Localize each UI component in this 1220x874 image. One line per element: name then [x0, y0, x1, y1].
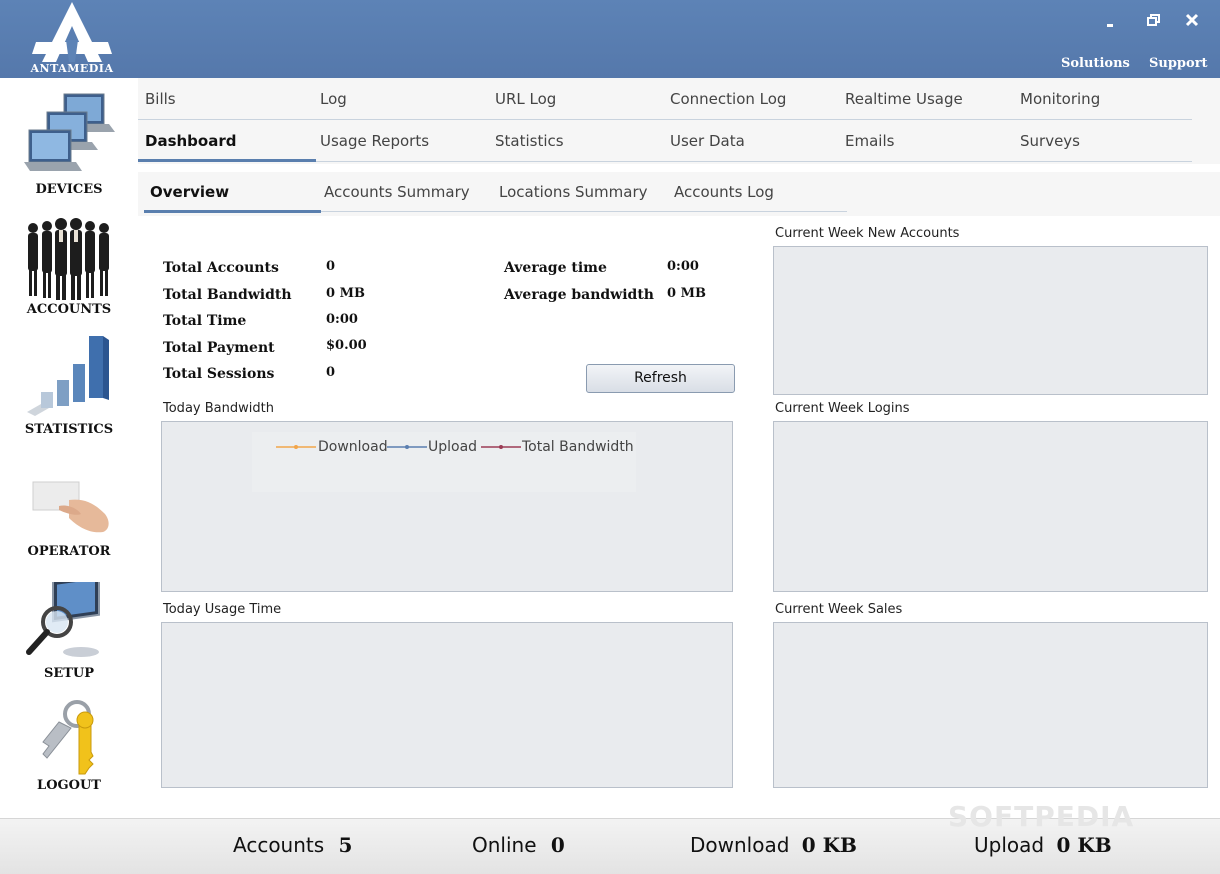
softpedia-watermark: SOFTPEDIA	[948, 800, 1135, 833]
total-bandwidth-label: Total Bandwidth	[163, 287, 292, 303]
tab-monitoring[interactable]: Monitoring	[1013, 78, 1100, 120]
tab-dashboard[interactable]: Dashboard	[138, 120, 236, 162]
subtab-accounts-summary[interactable]: Accounts Summary	[324, 172, 470, 212]
total-accounts-value: 0	[326, 259, 336, 274]
legend-label-upload: Upload	[428, 439, 478, 455]
today-bandwidth-title: Today Bandwidth	[163, 401, 274, 416]
minimize-button[interactable]	[1098, 8, 1122, 32]
tab-connection-log[interactable]: Connection Log	[663, 78, 786, 120]
sidebar-label-operator: OPERATOR	[27, 544, 111, 559]
antamedia-logo: ANTAMEDIA	[22, 2, 122, 76]
average-bandwidth-label: Average bandwidth	[504, 287, 654, 303]
status-upload: Upload 0 KB	[974, 833, 1112, 857]
week-sales-chart	[773, 622, 1208, 788]
total-accounts-label: Total Accounts	[163, 260, 279, 276]
main-nav: Bills Log URL Log Connection Log Realtim…	[138, 78, 1220, 164]
sidebar-label-setup: SETUP	[43, 666, 95, 681]
monitor-magnifier-icon	[26, 582, 100, 657]
sidebar-label-devices: DEVICES	[35, 182, 103, 197]
sidebar: DEVICES ACCOUNTS STATISTICS OPERATOR SET…	[0, 78, 138, 818]
tab-log[interactable]: Log	[313, 78, 347, 120]
sidebar-item-operator[interactable]: OPERATOR	[0, 470, 138, 559]
status-accounts-label: Accounts	[233, 833, 325, 857]
close-icon	[1185, 13, 1199, 27]
sidebar-label-accounts: ACCOUNTS	[26, 302, 112, 317]
sidebar-label-logout: LOGOUT	[37, 778, 101, 793]
legend-label-download: Download	[318, 439, 388, 455]
devices-icon	[24, 93, 115, 171]
status-accounts-value: 5	[338, 833, 353, 857]
total-sessions-value: 0	[326, 365, 336, 380]
sidebar-item-statistics[interactable]: STATISTICS	[0, 334, 138, 437]
tab-url-log[interactable]: URL Log	[488, 78, 556, 120]
active-tab-indicator	[138, 159, 316, 162]
refresh-button[interactable]: Refresh	[586, 364, 735, 393]
tab-usage-reports[interactable]: Usage Reports	[313, 120, 429, 162]
sidebar-item-setup[interactable]: SETUP	[0, 582, 138, 681]
average-time-label: Average time	[504, 260, 607, 276]
today-usage-time-title: Today Usage Time	[163, 602, 282, 617]
legend-label-total: Total Bandwidth	[522, 439, 634, 455]
nav-row-1: Bills Log URL Log Connection Log Realtim…	[138, 78, 1192, 120]
solutions-link[interactable]: Solutions	[1061, 56, 1130, 71]
tab-user-data[interactable]: User Data	[663, 120, 745, 162]
today-usage-time-chart	[161, 622, 733, 788]
status-accounts: Accounts 5	[233, 833, 352, 857]
total-sessions-label: Total Sessions	[163, 366, 275, 382]
average-bandwidth-value: 0 MB	[667, 286, 706, 301]
subtab-locations-summary[interactable]: Locations Summary	[499, 172, 648, 212]
status-download-label: Download	[690, 833, 790, 857]
tab-emails[interactable]: Emails	[838, 120, 894, 162]
title-bar: ANTAMEDIA Solutions Support	[0, 0, 1220, 78]
total-legend-swatch	[481, 445, 521, 449]
minimize-icon	[1107, 24, 1113, 27]
restore-button[interactable]	[1142, 8, 1166, 32]
sub-tabs: Overview Accounts Summary Locations Summ…	[138, 172, 1220, 216]
sidebar-item-accounts[interactable]: ACCOUNTS	[0, 218, 138, 317]
status-online-value: 0	[550, 833, 565, 857]
tab-surveys[interactable]: Surveys	[1013, 120, 1080, 162]
total-bandwidth-value: 0 MB	[326, 286, 365, 301]
restore-icon	[1147, 14, 1160, 26]
sidebar-item-logout[interactable]: LOGOUT	[0, 698, 138, 793]
logo-text: ANTAMEDIA	[30, 62, 114, 75]
download-legend-swatch	[276, 445, 316, 449]
status-download: Download 0 KB	[690, 833, 857, 857]
logo-a-icon	[32, 2, 112, 62]
week-new-accounts-title: Current Week New Accounts	[775, 226, 960, 241]
status-upload-value: 0 KB	[1056, 833, 1112, 857]
people-icon	[28, 218, 109, 300]
upload-legend-swatch	[387, 445, 427, 449]
close-button[interactable]	[1180, 8, 1204, 32]
nav-row-2: Dashboard Usage Reports Statistics User …	[138, 120, 1192, 162]
total-time-label: Total Time	[163, 313, 247, 329]
total-payment-value: $0.00	[326, 338, 367, 353]
average-time-value: 0:00	[667, 259, 699, 274]
week-new-accounts-chart	[773, 246, 1208, 395]
bandwidth-legend: Download Upload Total Bandwidth	[252, 432, 636, 492]
week-sales-title: Current Week Sales	[775, 602, 903, 617]
status-upload-label: Upload	[974, 833, 1045, 857]
subtab-accounts-log[interactable]: Accounts Log	[674, 172, 774, 212]
total-time-value: 0:00	[326, 312, 358, 327]
week-logins-title: Current Week Logins	[775, 401, 910, 416]
tab-realtime-usage[interactable]: Realtime Usage	[838, 78, 963, 120]
week-logins-chart	[773, 421, 1208, 592]
tab-bills[interactable]: Bills	[138, 78, 176, 120]
card-hand-icon	[32, 481, 109, 533]
bar-chart-icon	[27, 336, 109, 416]
sidebar-item-devices[interactable]: DEVICES	[0, 90, 138, 197]
support-link[interactable]: Support	[1149, 56, 1208, 71]
status-online: Online 0	[472, 833, 565, 857]
total-payment-label: Total Payment	[163, 340, 275, 356]
tab-statistics[interactable]: Statistics	[488, 120, 564, 162]
status-download-value: 0 KB	[801, 833, 857, 857]
sidebar-label-statistics: STATISTICS	[24, 422, 114, 437]
status-online-label: Online	[472, 833, 537, 857]
keys-icon	[42, 700, 94, 775]
subtab-overview[interactable]: Overview	[150, 172, 229, 212]
